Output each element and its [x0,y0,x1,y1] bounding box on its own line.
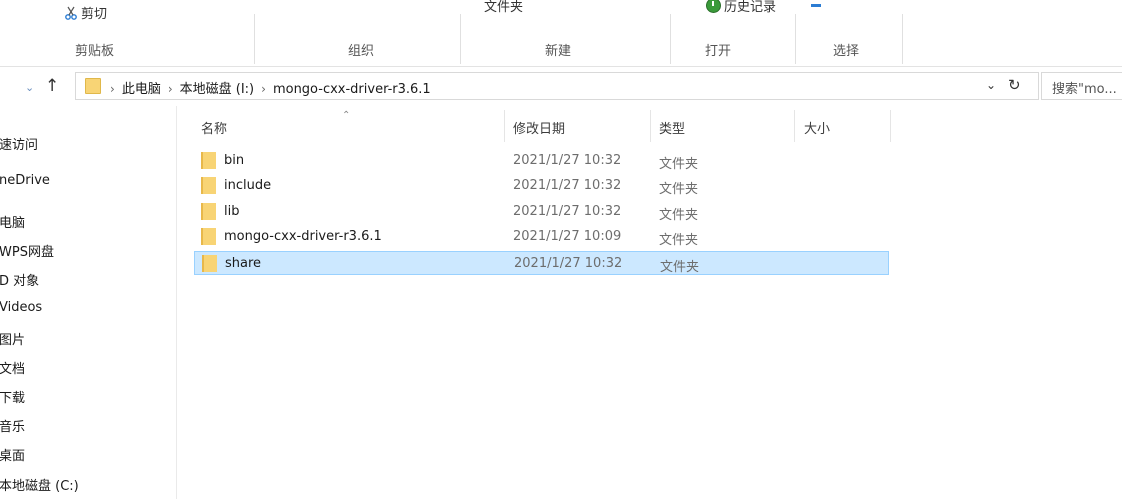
address-dropdown-icon[interactable]: ⌄ [986,78,996,92]
file-modified: 2021/1/27 10:32 [513,178,622,193]
file-type: 文件夹 [659,233,699,248]
search-placeholder: 搜索"mo... [1052,82,1117,97]
group-open: 打开 [705,44,732,59]
file-name: include [224,178,272,193]
file-row-bin[interactable]: bin 2021/1/27 10:32 文件夹 [194,149,889,173]
nav-item-videos[interactable]: Videos [0,300,42,315]
cut-label: 剪切 [81,7,108,22]
folder-icon [201,203,216,220]
file-row-include[interactable]: include 2021/1/27 10:32 文件夹 [194,174,889,198]
ribbon-divider [902,14,903,64]
breadcrumb-chevron-icon[interactable]: › [261,82,266,96]
breadcrumb-chevron-icon[interactable]: › [110,82,115,96]
column-divider[interactable] [504,110,505,142]
breadcrumb: › 此电脑 › 本地磁盘 (I:) › mongo-cxx-driver-r3.6.1 [103,78,431,97]
file-modified: 2021/1/27 10:09 [513,229,622,244]
ribbon: 剪切 文件夹 历史记录 剪贴板 组织 新建 打开 选择 [0,0,1122,67]
address-bar[interactable]: › 此电脑 › 本地磁盘 (I:) › mongo-cxx-driver-r3.6.1 ⌄… [75,72,1039,100]
file-name: mongo-cxx-driver-r3.6.1 [224,229,382,244]
file-modified: 2021/1/27 10:32 [514,256,623,271]
file-row-mongo-cxx-driver[interactable]: mongo-cxx-driver-r3.6.1 2021/1/27 10:09 … [194,225,889,249]
group-select: 选择 [833,44,860,59]
file-type: 文件夹 [659,182,699,197]
folder-icon [201,152,216,169]
new-folder-button[interactable]: 文件夹 [484,0,523,15]
nav-item-desktop[interactable]: 桌面 [0,445,25,464]
crumb-drive-i[interactable]: 本地磁盘 (I:) [180,82,255,97]
file-name: share [225,256,262,271]
new-folder-label: 文件夹 [484,0,524,15]
ribbon-divider [460,14,461,64]
nav-item-3d-objects[interactable]: D 对象 [0,270,39,289]
file-modified: 2021/1/27 10:32 [513,204,622,219]
navigation-pane: 速访问 neDrive 电脑 WPS网盘 D 对象 Videos 图片 文档 下… [0,106,177,499]
group-new: 新建 [545,44,572,59]
crumb-current-folder[interactable]: mongo-cxx-driver-r3.6.1 [273,82,431,97]
select-all-icon[interactable] [811,4,821,7]
history-label: 历史记录 [724,0,777,15]
nav-item-this-pc[interactable]: 电脑 [0,212,25,231]
column-header-name[interactable]: 名称 [201,118,227,137]
file-modified: 2021/1/27 10:32 [513,153,622,168]
cut-button[interactable]: 剪切 [64,0,107,22]
history-icon [706,0,721,13]
group-clipboard: 剪贴板 [75,44,115,59]
file-type: 文件夹 [660,260,700,275]
sort-ascending-icon: ⌃ [342,110,351,121]
column-header-modified[interactable]: 修改日期 [513,118,565,137]
search-input[interactable]: 搜索"mo... [1041,72,1122,100]
nav-item-downloads[interactable]: 下载 [0,387,25,406]
folder-icon [202,255,217,272]
nav-item-drive-c[interactable]: 本地磁盘 (C:) [0,475,79,494]
nav-item-wps-cloud[interactable]: WPS网盘 [0,241,54,260]
nav-item-pictures[interactable]: 图片 [0,329,25,348]
breadcrumb-chevron-icon[interactable]: › [168,82,173,96]
column-header-type[interactable]: 类型 [659,118,685,137]
history-button[interactable]: 历史记录 [706,0,776,15]
recent-locations-chevron-icon[interactable]: ⌄ [25,81,34,94]
scissors-icon [65,6,77,20]
file-type: 文件夹 [659,157,699,172]
refresh-icon[interactable]: ↻ [1008,76,1021,94]
nav-item-music[interactable]: 音乐 [0,416,25,435]
column-divider[interactable] [890,110,891,142]
file-name: lib [224,204,240,219]
file-row-share[interactable]: share 2021/1/27 10:32 文件夹 [194,251,889,275]
file-type: 文件夹 [659,208,699,223]
nav-item-quick-access[interactable]: 速访问 [0,134,38,153]
file-row-lib[interactable]: lib 2021/1/27 10:32 文件夹 [194,200,889,224]
folder-icon [85,78,101,94]
column-header-size[interactable]: 大小 [804,118,830,137]
ribbon-divider [670,14,671,64]
ribbon-divider [795,14,796,64]
up-arrow-icon[interactable]: ↑ [45,76,59,96]
column-divider[interactable] [794,110,795,142]
folder-icon [201,177,216,194]
ribbon-divider [254,14,255,64]
nav-item-documents[interactable]: 文档 [0,358,25,377]
file-name: bin [224,153,245,168]
nav-item-onedrive[interactable]: neDrive [0,173,50,188]
column-divider[interactable] [650,110,651,142]
group-organize: 组织 [348,44,375,59]
folder-icon [201,228,216,245]
crumb-this-pc[interactable]: 此电脑 [122,82,161,97]
